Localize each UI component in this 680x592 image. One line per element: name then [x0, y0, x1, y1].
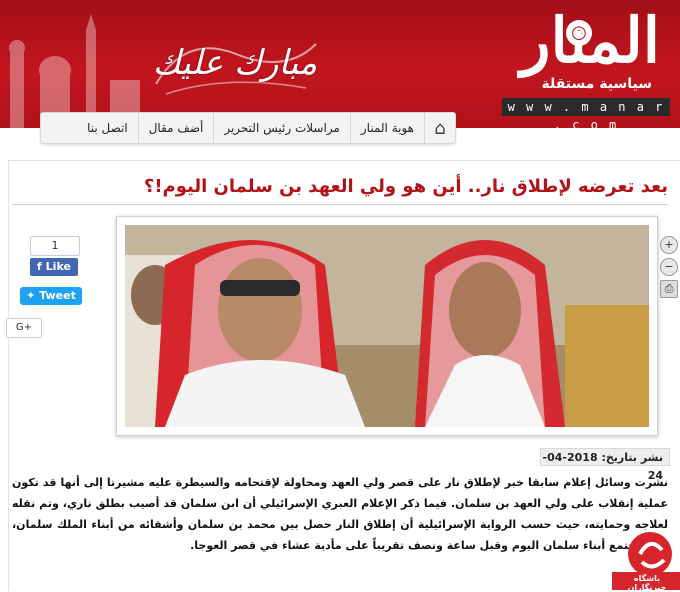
main-nav: ⌂ هوية المنار مراسلات رئيس التحرير أضف م… — [40, 112, 456, 144]
article-title[interactable]: بعد تعرضه لإطلاق نار.. أين هو ولي العهد … — [144, 174, 668, 200]
nav-item-identity[interactable]: هوية المنار — [349, 113, 424, 143]
site-logo[interactable]: المنار — [521, 6, 661, 76]
article-photo-image — [125, 225, 649, 427]
nav-item-editor-mail[interactable]: مراسلات رئيس التحرير — [213, 113, 350, 143]
site-header: مبارك عليك الشهر ◎ المنار سياسية مستقلة … — [0, 0, 680, 128]
zoom-out-icon[interactable]: − — [660, 258, 678, 276]
nav-item-add-article[interactable]: أضف مقال — [137, 113, 214, 143]
site-tagline: سياسية مستقلة — [541, 76, 653, 92]
tweet-button[interactable]: ✦ Tweet — [20, 287, 82, 305]
watermark-text: باشگاه خبرنگاران — [627, 574, 667, 592]
facebook-icon: f — [37, 260, 46, 273]
article-tools: + − ⎙ — [660, 236, 678, 302]
google-plus-button[interactable]: G+ — [6, 318, 42, 338]
tweet-label: Tweet — [39, 289, 76, 302]
nav-item-contact[interactable]: اتصل بنا — [77, 113, 138, 143]
ramadan-greeting: مبارك عليك الشهر — [152, 43, 318, 128]
like-count: 1 — [30, 236, 80, 256]
twitter-icon: ✦ — [26, 289, 40, 302]
like-label: Like — [45, 260, 71, 273]
print-icon[interactable]: ⎙ — [660, 280, 678, 298]
facebook-like-button[interactable]: f Like — [30, 258, 78, 276]
title-bar: بعد تعرضه لإطلاق نار.. أين هو ولي العهد … — [12, 174, 668, 205]
facebook-like-box: 1 f Like — [28, 236, 80, 276]
skyline-decoration — [9, 14, 140, 128]
home-icon[interactable]: ⌂ — [424, 113, 455, 143]
zoom-in-icon[interactable]: + — [660, 236, 678, 254]
publish-date: نشر بتاريخ: 2018-04-24 — [540, 448, 670, 482]
article-photo — [116, 216, 658, 436]
article-body: نشرت وسائل إعلام سابقا خبر لإطلاق نار عل… — [12, 476, 668, 552]
site-url: w w w . m a n a r . c o m — [502, 98, 670, 128]
